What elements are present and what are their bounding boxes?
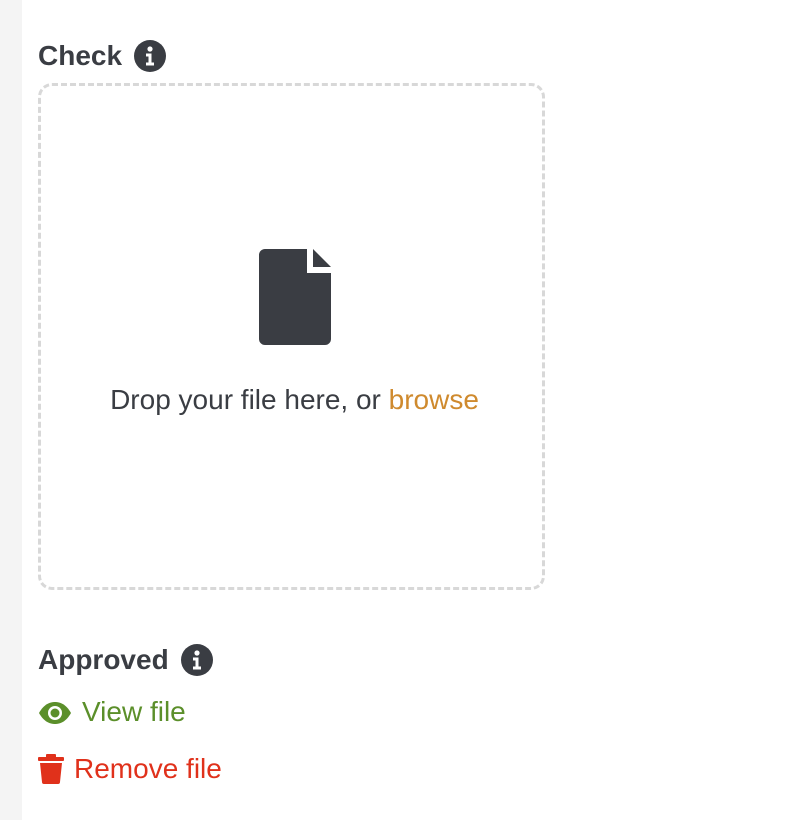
browse-link[interactable]: browse (389, 384, 479, 415)
dropzone-prompt: Drop your file here, or browse (41, 384, 548, 416)
file-icon (259, 249, 331, 345)
trash-icon (38, 754, 64, 784)
info-icon[interactable] (180, 644, 213, 676)
view-file-link[interactable]: View file (38, 696, 186, 728)
approved-section-title: Approved (38, 644, 169, 675)
remove-file-link[interactable]: Remove file (38, 753, 222, 785)
info-icon[interactable] (134, 40, 167, 72)
remove-file-label: Remove file (74, 753, 222, 784)
approved-section-heading: Approved (38, 644, 213, 676)
eye-icon (38, 700, 72, 724)
check-section-heading: Check (38, 40, 167, 72)
file-dropzone[interactable]: Drop your file here, or browse (38, 83, 545, 590)
dropzone-prompt-text: Drop your file here, or (110, 384, 389, 415)
view-file-label: View file (82, 696, 186, 727)
check-section-title: Check (38, 40, 123, 71)
left-panel-edge (0, 0, 22, 820)
